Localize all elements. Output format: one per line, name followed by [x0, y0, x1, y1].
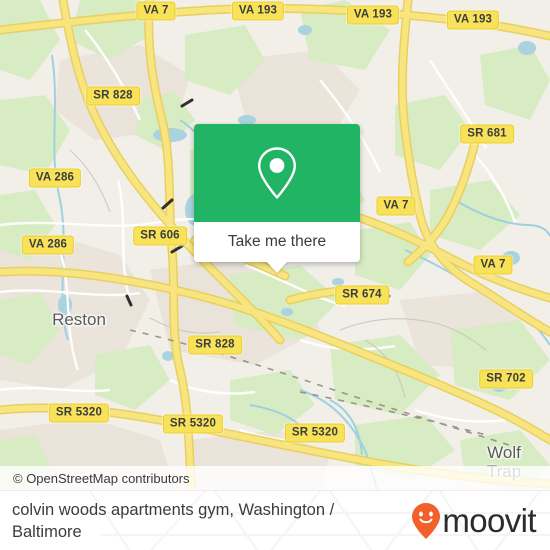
road-shield: VA 193 — [346, 5, 400, 25]
road-shield: SR 828 — [188, 335, 242, 355]
road-shield: SR 5320 — [284, 423, 346, 443]
road-shield: VA 286 — [28, 168, 82, 188]
road-shield: VA 193 — [446, 10, 500, 30]
moovit-wordmark: moovit — [442, 502, 536, 539]
road-shield: SR 681 — [460, 124, 514, 144]
map-pin-icon — [258, 147, 296, 199]
moovit-logo[interactable]: moovit — [411, 502, 537, 540]
location-title: colvin woods apartments gym, Washington … — [12, 500, 335, 541]
road-shield: SR 5320 — [48, 403, 110, 423]
attribution-text[interactable]: © OpenStreetMap contributors — [0, 471, 190, 486]
road-shield: VA 7 — [376, 196, 416, 216]
map-canvas[interactable]: VA 7 VA 193 VA 193 VA 193 SR 828 SR 681 … — [0, 0, 550, 490]
popup-tail-pointer — [266, 261, 288, 273]
popup-header — [194, 124, 360, 222]
location-popup-card[interactable]: Take me there — [194, 124, 360, 273]
road-shield: SR 5320 — [162, 414, 224, 434]
footer-bar: colvin woods apartments gym, Washington … — [0, 490, 550, 550]
road-shield: SR 702 — [479, 369, 533, 389]
moovit-map-screenshot: VA 7 VA 193 VA 193 VA 193 SR 828 SR 681 … — [0, 0, 550, 550]
take-me-there-label: Take me there — [227, 233, 327, 250]
road-shield: VA 286 — [21, 235, 75, 255]
road-shield: VA 7 — [136, 1, 176, 21]
road-shield: VA 7 — [473, 255, 513, 275]
place-label-reston: Reston — [52, 310, 106, 329]
moovit-pin-smiley-icon — [412, 502, 441, 539]
attribution-bar: © OpenStreetMap contributors — [0, 466, 550, 490]
road-shield: SR 828 — [86, 86, 140, 106]
road-shield: SR 606 — [133, 226, 187, 246]
road-shield: VA 193 — [231, 1, 285, 21]
popup-footer[interactable]: Take me there — [194, 222, 360, 273]
road-shield: SR 674 — [335, 285, 389, 305]
